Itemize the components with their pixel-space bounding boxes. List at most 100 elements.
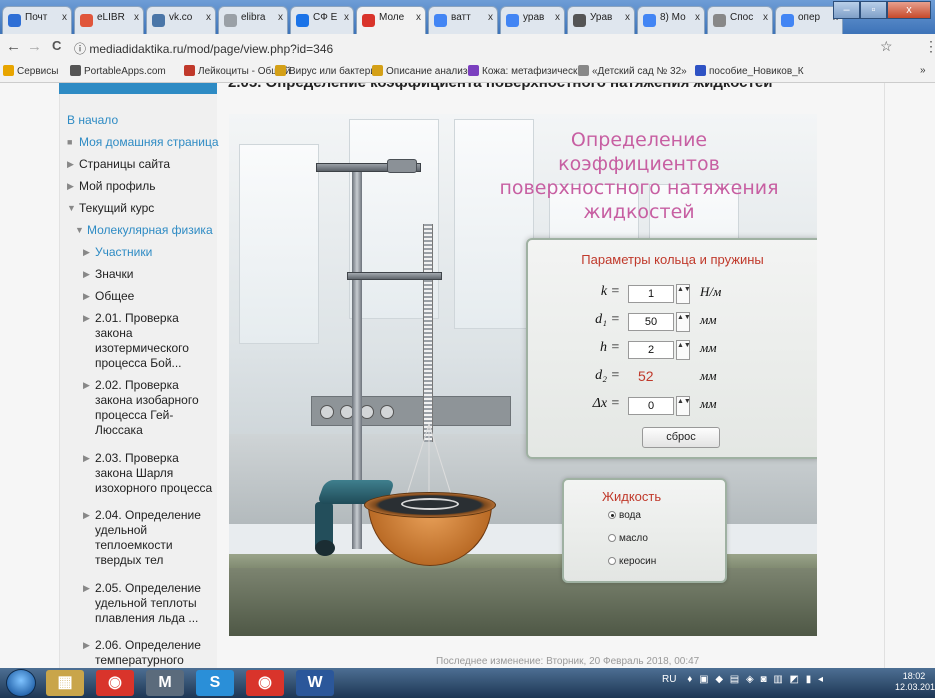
k-spinner[interactable]: ▲▼ <box>676 284 691 304</box>
browser-tab[interactable]: eLIBR x <box>74 6 144 34</box>
spring <box>423 224 433 442</box>
taskbar-app[interactable]: ◉ <box>246 670 284 696</box>
radio-icon[interactable] <box>608 534 616 542</box>
nav-marker-icon: ▶ <box>83 380 90 390</box>
forward-button[interactable]: → <box>27 38 42 55</box>
k-input[interactable]: 1 <box>628 285 674 303</box>
browser-tab[interactable]: ватт x <box>428 6 498 34</box>
bookmark-icon <box>695 65 706 76</box>
minimize-button[interactable]: – <box>833 1 860 19</box>
tray-icons[interactable]: ♦ ▣ ◆ ▤ ◈ ◙ ▥ ◩ ▮ ◂ <box>687 674 825 685</box>
tab-close-icon[interactable]: x <box>555 12 560 23</box>
tab-label: Почт <box>25 12 48 23</box>
liquid-option-label: вода <box>619 510 641 521</box>
tab-label: Спос <box>730 12 754 23</box>
system-tray: RU ♦ ▣ ◆ ▤ ◈ ◙ ▥ ◩ ▮ ◂ <box>662 674 825 685</box>
radio-icon[interactable] <box>608 511 616 519</box>
bookmark-item[interactable]: Сервисы <box>3 65 58 77</box>
last-modified-text: Последнее изменение: Вторник, 20 Февраль… <box>436 656 700 667</box>
stand-knob[interactable] <box>387 159 417 173</box>
clock-time: 18:02 <box>902 671 926 681</box>
tab-label: 8) Мо <box>660 12 686 23</box>
bookmark-item[interactable]: PortableApps.com <box>70 65 166 77</box>
liquid-option-label: масло <box>619 533 648 544</box>
bookmark-item[interactable]: «Детский сад № 32» <box>578 65 687 77</box>
nav-marker-icon: ▶ <box>83 313 90 323</box>
bookmark-icon <box>372 65 383 76</box>
dx-input[interactable]: 0 <box>628 397 674 415</box>
browser-tab[interactable]: elibra x <box>218 6 288 34</box>
taskbar-app[interactable]: W <box>296 670 334 696</box>
start-button[interactable] <box>6 669 36 697</box>
bookmark-icon <box>275 65 286 76</box>
info-icon[interactable]: ⓘ <box>74 42 86 56</box>
browser-tab-strip: Почт x eLIBR x vk.co x elibra x СФ Еx Моле x ватт x у… <box>0 0 935 34</box>
nav-item-label: Значки <box>95 267 134 281</box>
tab-close-icon[interactable]: x <box>278 12 283 23</box>
bookmark-item[interactable]: Вирус или бактерия <box>275 65 381 77</box>
liquid-option[interactable]: керосин <box>608 556 656 567</box>
d1-input[interactable]: 50 <box>628 313 674 331</box>
tab-close-icon[interactable]: x <box>488 12 493 23</box>
param-row-h: h = 2 ▲▼ мм <box>528 340 817 362</box>
param-row-k: k = 1 ▲▼ Н/м <box>528 284 817 306</box>
browser-tab[interactable]: Почт x <box>2 6 72 34</box>
browser-tab[interactable]: Спос x <box>707 6 773 34</box>
maximize-button[interactable]: ▫ <box>860 1 887 19</box>
tab-favicon-icon <box>80 14 93 27</box>
param-label: h = <box>600 340 620 355</box>
taskbar-app[interactable]: M <box>146 670 184 696</box>
nav-item-label: Страницы сайта <box>79 157 171 171</box>
bookmark-item[interactable]: Кожа: метафизическ <box>468 65 577 77</box>
taskbar-app[interactable]: S <box>196 670 234 696</box>
param-label: d₂ = <box>595 368 620 383</box>
d1-spinner[interactable]: ▲▼ <box>676 312 691 332</box>
language-indicator[interactable]: RU <box>662 674 676 685</box>
nav-marker-icon: ▶ <box>83 640 90 650</box>
reset-button[interactable]: сброс <box>642 427 720 448</box>
close-window-button[interactable]: x <box>887 1 931 19</box>
tab-close-icon[interactable]: x <box>695 12 700 23</box>
h-spinner[interactable]: ▲▼ <box>676 340 691 360</box>
reload-button[interactable]: C <box>52 38 61 53</box>
bookmark-item[interactable]: пособие_Новиков_К <box>695 65 804 77</box>
tab-close-icon[interactable]: x <box>62 12 67 23</box>
url-field[interactable]: ⓘ mediadidaktika.ru/mod/page/view.php?id… <box>74 38 864 57</box>
tab-close-icon[interactable]: x <box>625 12 630 23</box>
browser-tab[interactable]: урав x <box>500 6 565 34</box>
liquid-option[interactable]: масло <box>608 533 648 544</box>
clock[interactable]: 18:02 12.03.2018 <box>895 671 935 693</box>
tab-close-icon[interactable]: x <box>416 12 421 23</box>
liquid-option-label: керосин <box>619 556 657 567</box>
tab-close-icon[interactable]: x <box>763 12 768 23</box>
dx-spinner[interactable]: ▲▼ <box>676 396 691 416</box>
menu-icon[interactable]: ⋮ <box>924 38 935 55</box>
nav-item-label: В начало <box>67 113 119 127</box>
back-button[interactable]: ← <box>6 38 21 55</box>
star-icon[interactable]: ☆ <box>880 38 893 55</box>
browser-tab[interactable]: 8) Мо x <box>637 6 705 34</box>
nav-item-label: Молекулярная физика <box>87 223 213 237</box>
bookmarks-more-button[interactable]: » <box>920 65 926 76</box>
browser-tab[interactable]: Урав x <box>567 6 635 34</box>
taskbar-app[interactable]: ▦ <box>46 670 84 696</box>
nav-marker-icon: ▶ <box>67 159 74 169</box>
bookmark-item[interactable]: Описание анализов <box>372 65 478 77</box>
browser-tab[interactable]: Моле x <box>356 6 426 34</box>
tab-close-icon[interactable]: x <box>344 12 349 23</box>
tab-favicon-icon <box>362 14 375 27</box>
radio-icon[interactable] <box>608 557 616 565</box>
taskbar-app[interactable]: ◉ <box>96 670 134 696</box>
stand-crossbar <box>347 272 442 280</box>
liquid-option[interactable]: вода <box>608 510 641 521</box>
bookmark-label: Сервисы <box>17 66 59 77</box>
bookmark-label: Кожа: метафизическ <box>482 66 578 77</box>
browser-tab[interactable]: СФ Е x <box>290 6 354 34</box>
address-bar: ← → C ⓘ mediadidaktika.ru/mod/page/view.… <box>0 34 935 61</box>
tab-close-icon[interactable]: x <box>134 12 139 23</box>
tab-close-icon[interactable]: x <box>206 12 211 23</box>
browser-tab[interactable]: vk.co x <box>146 6 216 34</box>
bookmarks-bar: Сервисы PortableApps.com Лейкоциты - Общий… <box>0 61 935 83</box>
instrument-dial <box>380 405 394 419</box>
h-input[interactable]: 2 <box>628 341 674 359</box>
